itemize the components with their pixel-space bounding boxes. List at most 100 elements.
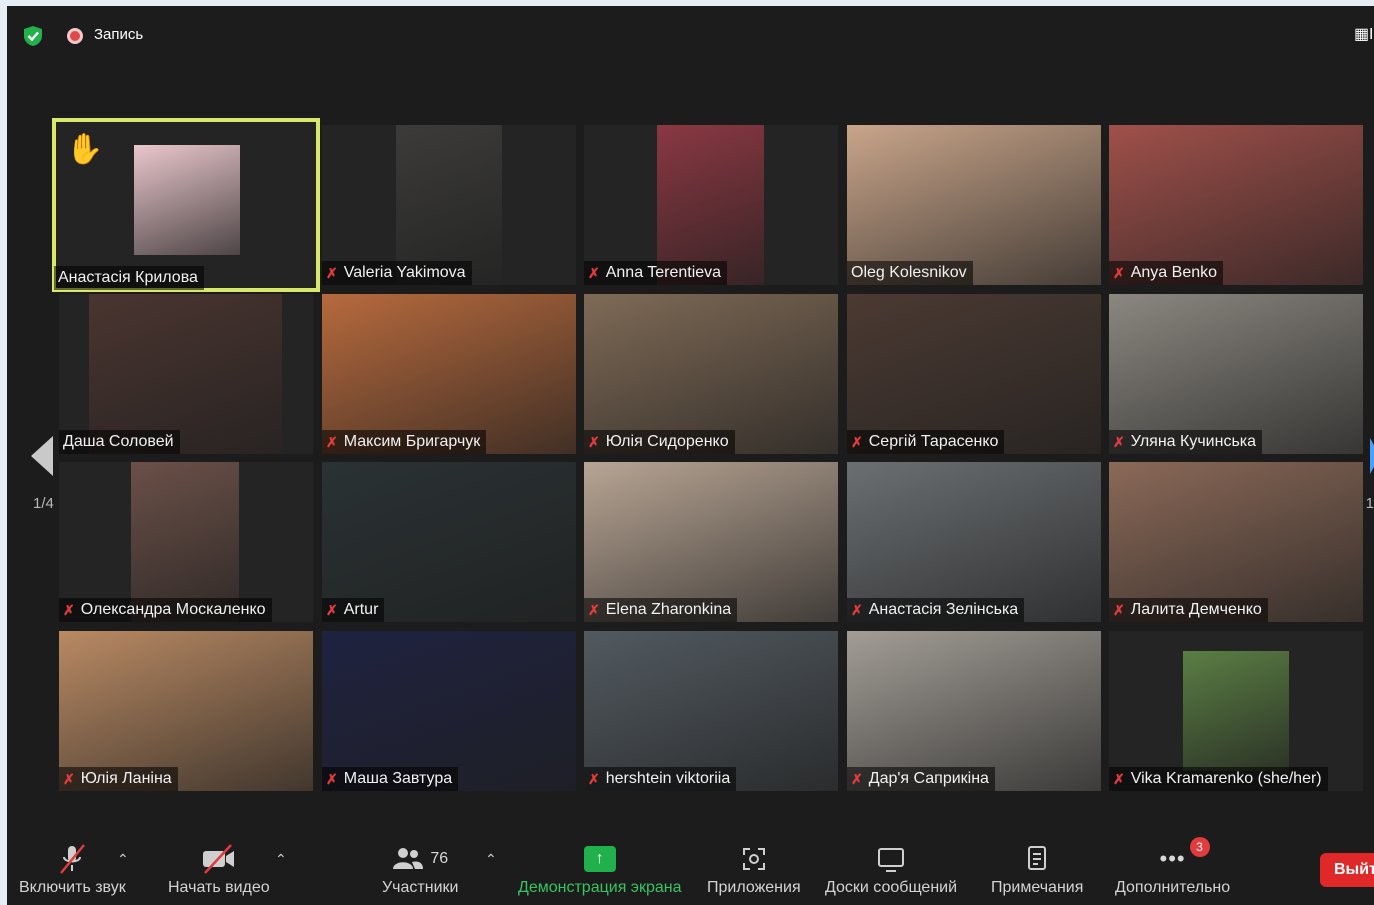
video-tile[interactable]: ✗ Дар'я Саприкіна: [847, 631, 1101, 791]
participants-options-caret-icon[interactable]: ⌃: [485, 851, 497, 868]
video-tile[interactable]: ✗ Vika Kramarenko (she/her): [1109, 631, 1363, 791]
participant-name: Юлія Ланіна: [80, 770, 172, 787]
video-tile[interactable]: ✗ Максим Бригарчук: [322, 294, 576, 454]
video-options-caret-icon[interactable]: ⌃: [275, 851, 287, 868]
participant-name: Anna Terentieva: [605, 264, 722, 281]
participant-name: Маша Завтура: [343, 770, 453, 787]
whiteboards-button[interactable]: Доски сообщений: [825, 843, 957, 905]
participant-name: Anya Benko: [1130, 264, 1218, 281]
video-tile[interactable]: ✗ hershtein viktoriia: [584, 631, 838, 791]
video-tile[interactable]: ✗ Уляна Кучинська: [1109, 294, 1363, 454]
notes-icon: [1024, 843, 1050, 875]
participant-name: Даша Соловей: [63, 433, 174, 450]
video-tile[interactable]: ✗ Маша Завтура: [322, 631, 576, 791]
participant-name: Сергій Тарасенко: [868, 433, 999, 450]
participant-name: Юлія Сидоренко: [605, 433, 729, 450]
apps-icon: [740, 843, 768, 875]
mic-muted-icon: ✗: [326, 264, 338, 281]
mic-muted-icon: ✗: [851, 770, 863, 787]
participant-namebar: ✗ Максим Бригарчук: [322, 430, 487, 454]
participant-namebar: ✗ Vika Kramarenko (she/her): [1109, 767, 1328, 791]
participants-icon: 76: [392, 843, 448, 875]
next-page-icon[interactable]: [1370, 438, 1374, 474]
participant-name: Artur: [343, 601, 379, 618]
more-icon: ••• 3: [1160, 837, 1210, 875]
video-tile[interactable]: ✗ Valeria Yakimova: [322, 125, 576, 285]
participant-namebar: ✗ hershtein viktoriia: [584, 767, 737, 791]
video-tile[interactable]: ✗ Юлія Сидоренко: [584, 294, 838, 454]
more-button[interactable]: ••• 3 Дополнительно: [1115, 837, 1230, 905]
participant-namebar: ✗ Artur: [322, 598, 385, 622]
participants-count: 76: [430, 850, 449, 867]
mic-muted-icon: ✗: [851, 433, 863, 450]
leave-button[interactable]: Выйт: [1320, 853, 1374, 887]
previous-page-icon[interactable]: [31, 436, 53, 476]
participants-button[interactable]: 76 Участники: [382, 843, 458, 905]
mic-muted-icon: ✗: [588, 264, 600, 281]
participant-namebar: ✗ Юлія Сидоренко: [584, 430, 735, 454]
page-indicator: 1/4: [33, 495, 54, 512]
audio-options-caret-icon[interactable]: ⌃: [117, 851, 129, 868]
participant-namebar: ✗ Маша Завтура: [322, 767, 459, 791]
video-tile[interactable]: ✗ Elena Zharonkina: [584, 462, 838, 622]
start-video-label: Начать видео: [168, 879, 270, 896]
unmute-label: Включить звук: [19, 879, 126, 896]
unmute-button[interactable]: Включить звук: [19, 843, 126, 905]
participant-name: Лалита Демченко: [1130, 601, 1262, 618]
mic-muted-icon: ✗: [588, 770, 600, 787]
participant-namebar: ✗ Дар'я Саприкіна: [847, 767, 995, 791]
participant-namebar: ✗ Олександра Москаленко: [59, 598, 272, 622]
video-tile[interactable]: ✗ Сергій Тарасенко: [847, 294, 1101, 454]
mic-muted-icon: ✗: [1113, 770, 1125, 787]
participant-name: Oleg Kolesnikov: [851, 264, 967, 281]
avatar: [1183, 651, 1289, 771]
mic-muted-icon: ✗: [1113, 433, 1125, 450]
mic-muted-icon: ✗: [326, 433, 338, 450]
video-tile[interactable]: ✗ Лалита Демченко: [1109, 462, 1363, 622]
video-tile[interactable]: Даша Соловей: [59, 294, 313, 454]
apps-button[interactable]: Приложения: [707, 843, 801, 905]
participant-name: hershtein viktoriia: [605, 770, 731, 787]
share-screen-button[interactable]: ↑ Демонстрация экрана: [518, 843, 682, 905]
participant-namebar: ✗ Anna Terentieva: [584, 261, 728, 285]
gallery-view: ✋ Анастасія Крилова ✗ Valeria Yakimova ✗ A…: [7, 6, 1374, 905]
avatar: [134, 145, 240, 255]
notes-button[interactable]: Примечания: [991, 843, 1083, 905]
video-tile[interactable]: ✋ Анастасія Крилова: [52, 118, 320, 292]
video-tile[interactable]: ✗ Anya Benko: [1109, 125, 1363, 285]
raised-hand-icon: ✋: [66, 133, 104, 166]
meeting-toolbar: Включить звук ⌃ Начать видео ⌃ 76 Участн…: [7, 835, 1374, 905]
video-tile[interactable]: ✗ Юлія Ланіна: [59, 631, 313, 791]
page-indicator-right: 1: [1365, 495, 1374, 512]
video-tile[interactable]: ✗ Анастасія Зелінська: [847, 462, 1101, 622]
whiteboard-icon: [876, 843, 906, 875]
participant-namebar: Даша Соловей: [59, 430, 180, 454]
participant-name: Олександра Москаленко: [80, 601, 266, 618]
participant-namebar: ✗ Elena Zharonkina: [584, 598, 738, 622]
participant-name: Анастасія Зелінська: [868, 601, 1019, 618]
participants-label: Участники: [382, 879, 459, 896]
mic-muted-icon: ✗: [1113, 601, 1125, 618]
participant-name: Дар'я Саприкіна: [868, 770, 989, 787]
participant-name: Vika Kramarenko (she/her): [1130, 770, 1322, 787]
mic-muted-icon: ✗: [326, 770, 338, 787]
mic-muted-icon: ✗: [326, 601, 338, 618]
mic-muted-icon: ✗: [851, 601, 863, 618]
video-tile[interactable]: ✗ Artur: [322, 462, 576, 622]
participant-namebar: ✗ Лалита Демченко: [1109, 598, 1268, 622]
participant-name: Максим Бригарчук: [343, 433, 481, 450]
video-tile[interactable]: ✗ Олександра Москаленко: [59, 462, 313, 622]
participant-namebar: ✗ Анастасія Зелінська: [847, 598, 1025, 622]
start-video-button[interactable]: Начать видео: [168, 843, 270, 905]
participant-namebar: ✗ Юлія Ланіна: [59, 767, 178, 791]
mic-muted-icon: ✗: [63, 601, 75, 618]
participant-namebar: Oleg Kolesnikov: [847, 261, 973, 285]
notes-label: Примечания: [991, 879, 1084, 896]
video-tile[interactable]: ✗ Anna Terentieva: [584, 125, 838, 285]
whiteboards-label: Доски сообщений: [825, 879, 958, 896]
share-arrow-icon: ↑: [583, 846, 616, 872]
participant-namebar: ✗ Уляна Кучинська: [1109, 430, 1263, 454]
participant-namebar: ✗ Сергій Тарасенко: [847, 430, 1005, 454]
video-tile[interactable]: Oleg Kolesnikov: [847, 125, 1101, 285]
microphone-muted-icon: [57, 843, 87, 875]
